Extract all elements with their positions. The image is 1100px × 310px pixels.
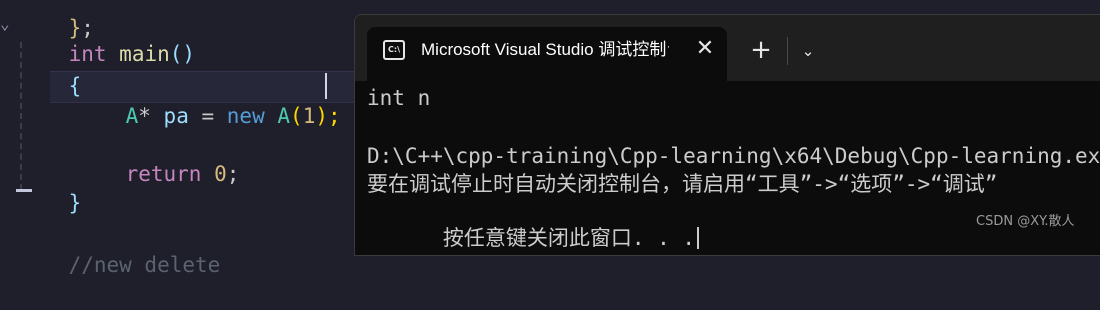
code-line-7[interactable]: //new delete	[18, 220, 221, 277]
token-function: main	[119, 42, 170, 66]
token-number: 0	[214, 162, 227, 186]
console-line: 要在调试停止时自动关闭控制台，请启用“工具”->“选项”->“调试”	[367, 172, 998, 196]
token-number: 1	[302, 104, 316, 128]
watermark: CSDN @XY.散人	[976, 214, 1075, 229]
token-type: A	[125, 104, 139, 128]
code-line-3[interactable]: {	[18, 41, 82, 98]
console-line: int n	[367, 86, 431, 110]
chevron-down-icon[interactable]: ⌄	[797, 37, 819, 65]
new-tab-icon[interactable]: +	[747, 37, 775, 65]
tab-title: Microsoft Visual Studio 调试控制台	[421, 40, 669, 59]
fold-chevron-icon[interactable]: ⌄	[0, 14, 10, 33]
titlebar-divider	[787, 37, 788, 65]
brace-match-marker	[16, 189, 32, 192]
terminal-titlebar[interactable]: C:\ Microsoft Visual Studio 调试控制台 ✕ + ⌄	[355, 15, 1100, 81]
token-brace: }	[68, 191, 82, 215]
token-parens: ()	[169, 42, 196, 66]
token-variable: pa	[163, 104, 189, 128]
console-line: 按任意键关闭此窗口. . .	[442, 226, 696, 250]
code-line-4[interactable]: A* pa = new A(1);	[75, 71, 341, 128]
token-type: A	[277, 104, 291, 128]
close-tab-icon[interactable]: ✕	[693, 35, 717, 63]
console-line: D:\C++\cpp-training\Cpp-learning\x64\Deb…	[367, 144, 1100, 168]
token-keyword: return	[125, 162, 202, 186]
code-line-2[interactable]: int main()	[18, 9, 195, 66]
code-line-6[interactable]: }	[18, 158, 82, 215]
token-comment: //new delete	[68, 253, 221, 277]
text-caret	[325, 73, 327, 99]
text-caret	[697, 227, 700, 249]
terminal-tab[interactable]: C:\ Microsoft Visual Studio 调试控制台 ✕	[367, 27, 727, 81]
code-editor[interactable]: }; ⌄ int main() { A* pa = new A(1); retu…	[0, 0, 360, 277]
token-keyword: new	[226, 104, 265, 128]
console-line-prompt: 按任意键关闭此窗口. . .	[367, 199, 700, 250]
code-line-5[interactable]: return 0;	[75, 129, 240, 186]
console-icon: C:\	[383, 40, 405, 60]
